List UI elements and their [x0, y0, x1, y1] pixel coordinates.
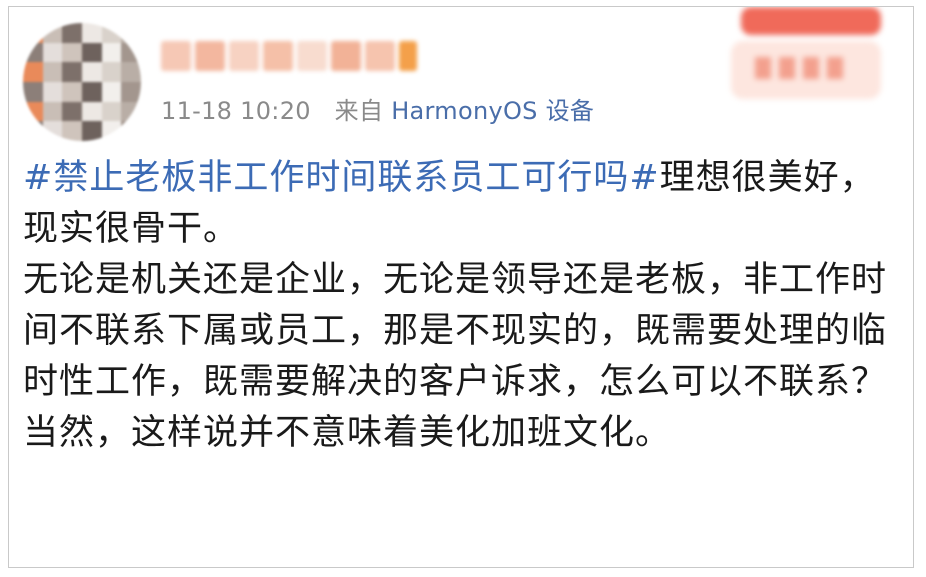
- paragraph-2: 无论是机关还是企业，无论是领导还是老板，非工作时间不联系下属或员工，那是不现实的…: [23, 260, 888, 402]
- username-blurred[interactable]: [161, 41, 417, 77]
- post-content: #禁止老板非工作时间联系员工可行吗#理想很美好，现实很骨干。 无论是机关还是企业…: [23, 153, 903, 459]
- post-meta: 11-18 10:20 来自 HarmonyOS 设备: [161, 91, 594, 126]
- source-prefix: 来自: [334, 97, 384, 125]
- follow-badge-blurred[interactable]: [731, 7, 891, 111]
- hashtag-link[interactable]: #禁止老板非工作时间联系员工可行吗#: [23, 158, 660, 198]
- weibo-post-card: 11-18 10:20 来自 HarmonyOS 设备 #禁止老板非工作时间联系…: [8, 6, 914, 568]
- paragraph-3: 当然，这样说并不意味着美化加班文化。: [23, 413, 672, 453]
- source-device-link[interactable]: HarmonyOS 设备: [391, 97, 594, 125]
- post-timestamp: 11-18 10:20: [161, 97, 311, 125]
- paragraph-1: #禁止老板非工作时间联系员工可行吗#理想很美好，现实很骨干。: [23, 153, 903, 255]
- avatar[interactable]: [23, 23, 141, 141]
